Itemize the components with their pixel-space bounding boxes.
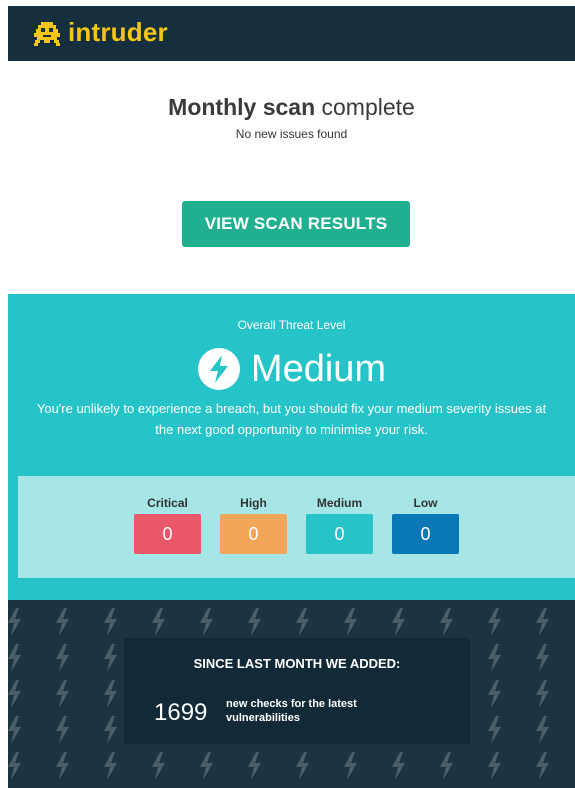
added-card: SINCE LAST MONTH WE ADDED: 1699 new chec…: [124, 638, 470, 744]
added-title: SINCE LAST MONTH WE ADDED:: [193, 656, 401, 671]
severity-medium: Medium 0: [306, 496, 373, 554]
page-title: Monthly scan complete: [8, 94, 575, 121]
brand-name: intruder: [68, 17, 168, 47]
severity-low: Low 0: [392, 496, 459, 554]
threat-label: Overall Threat Level: [237, 318, 346, 332]
scan-subtitle: No new issues found: [235, 127, 348, 141]
severity-count: 0: [392, 514, 459, 554]
email-header: intruder: [8, 6, 575, 61]
added-text: new checks for the latest vulnerabilitie…: [226, 698, 357, 724]
threat-description: You're unlikely to experience a breach, …: [8, 398, 575, 440]
severity-label: Low: [413, 496, 438, 510]
severity-label: High: [240, 496, 267, 510]
threat-description-line1: You're unlikely to experience a breach, …: [36, 401, 547, 416]
threat-description-line2: the next good opportunity to minimise yo…: [155, 422, 428, 437]
severity-count: 0: [134, 514, 201, 554]
added-count: 1699: [154, 699, 208, 726]
scan-status: Monthly scan complete No new issues foun…: [8, 94, 575, 141]
lightning-icon: [197, 348, 240, 390]
threat-panel: Overall Threat Level Medium You're unlik…: [8, 294, 575, 600]
threat-level-value: Medium: [250, 347, 387, 390]
severity-counts: Critical 0 High 0 Medium 0 Low 0: [18, 476, 575, 578]
invader-icon: [34, 22, 60, 46]
severity-count: 0: [220, 514, 287, 554]
severity-critical: Critical 0: [134, 496, 201, 554]
title-rest: complete: [321, 94, 415, 120]
added-section: SINCE LAST MONTH WE ADDED: 1699 new chec…: [8, 600, 575, 788]
title-bold: Monthly scan: [168, 94, 316, 120]
threat-level: Medium: [8, 344, 575, 394]
view-scan-results-button[interactable]: VIEW SCAN RESULTS: [182, 201, 410, 247]
severity-count: 0: [306, 514, 373, 554]
severity-label: Medium: [316, 496, 363, 510]
severity-high: High 0: [220, 496, 287, 554]
severity-label: Critical: [147, 496, 188, 510]
